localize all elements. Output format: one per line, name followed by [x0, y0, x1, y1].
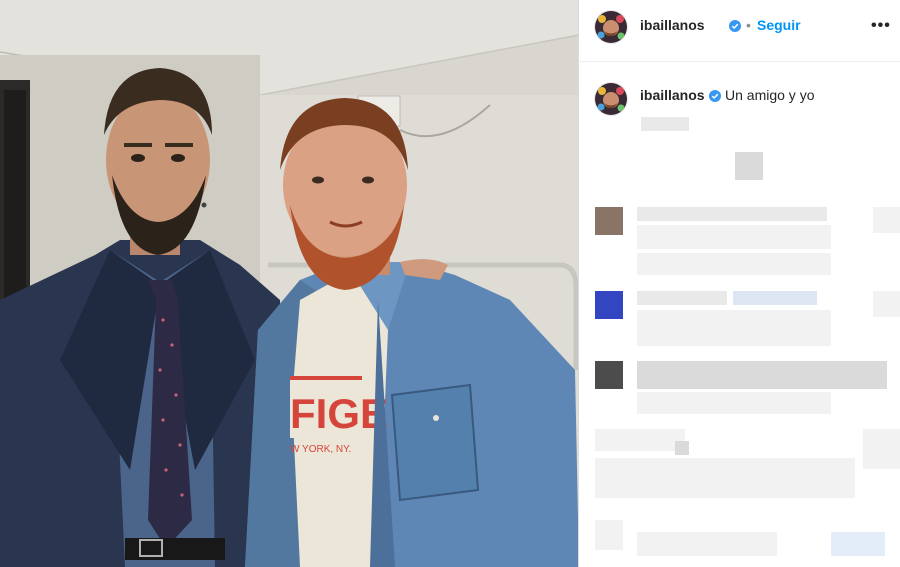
caption-avatar[interactable]: [595, 83, 627, 115]
shirt-print-text: FIGE: [290, 390, 388, 437]
shirt-print-subtext: W YORK, NY.: [290, 444, 351, 455]
caption-text: Un amigo y yo: [725, 87, 815, 103]
post-side-panel: ibaillanos • Seguir ••• ibaillanos Un am…: [579, 0, 900, 567]
caption-username[interactable]: ibaillanos: [640, 87, 705, 103]
verified-badge-icon: [729, 20, 741, 32]
caption-verified-badge-icon: [709, 90, 721, 102]
avatar[interactable]: [595, 11, 627, 43]
more-options-icon[interactable]: •••: [871, 17, 891, 35]
post-header: ibaillanos • Seguir •••: [579, 0, 900, 62]
post-username[interactable]: ibaillanos: [640, 17, 705, 33]
instagram-post: FIGE W YORK, NY. ibaillanos • Seguir •••…: [0, 0, 900, 567]
follow-button[interactable]: Seguir: [757, 17, 801, 33]
post-photo[interactable]: FIGE W YORK, NY.: [0, 0, 579, 567]
separator-dot: •: [746, 17, 751, 33]
